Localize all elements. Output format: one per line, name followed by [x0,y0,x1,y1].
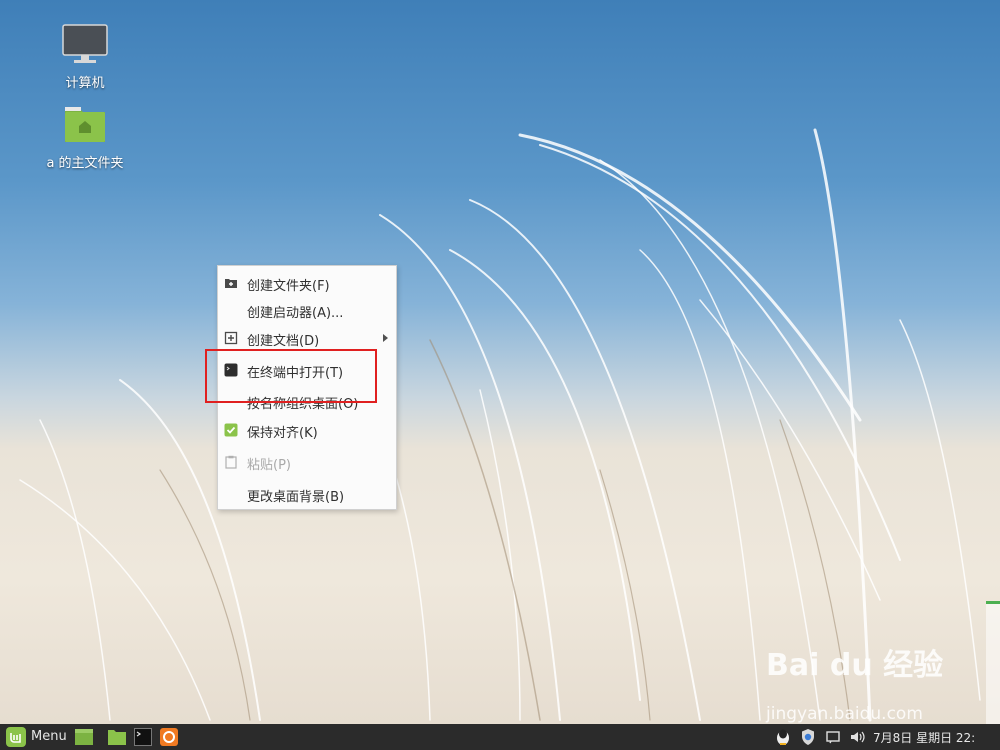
baidu-watermark: Bai du 经验 jingyan.baidu.com [766,640,966,724]
menu-item-create-folder[interactable]: 创建文件夹(F) [218,272,396,294]
menu-item-create-launcher[interactable]: 创建启动器(A)... [218,299,396,321]
show-desktop-icon [75,729,93,745]
notification-icon[interactable] [826,730,840,744]
update-shield-icon[interactable] [800,728,816,746]
files-launcher-button[interactable] [106,724,128,750]
menu-item-change-background[interactable]: 更改桌面背景(B) [218,483,396,505]
menu-item-label: 更改桌面背景(B) [247,490,345,505]
folder-icon [108,730,126,745]
show-desktop-button[interactable] [73,724,95,750]
desktop[interactable]: 计算机 a 的主文件夹 创建文件夹(F) 创建启动器(A)... 创建文档(D)… [0,0,1000,724]
checkbox-checked-icon [224,423,238,437]
tux-penguin-icon[interactable] [775,728,791,746]
partial-window-edge [986,601,1000,724]
menu-item-create-document[interactable]: 创建文档(D) [218,327,396,349]
menu-label: Menu [31,729,67,744]
watermark-logo: Bai du 经验 [766,648,944,683]
watermark-url: jingyan.baidu.com [766,704,923,724]
paste-icon [225,455,237,469]
menu-button[interactable]: Menu [4,724,72,750]
firefox-icon [160,728,178,746]
menu-item-label: 创建文件夹(F) [247,279,330,294]
menu-item-keep-aligned[interactable]: 保持对齐(K) [218,419,396,441]
computer-monitor-icon [62,24,108,63]
firefox-launcher-button[interactable] [159,724,179,750]
document-add-icon [224,331,238,345]
terminal-launcher-button[interactable] [133,724,153,750]
clock[interactable]: 7月8日 星期日 22: [873,729,975,746]
wallpaper-grass [19,128,981,722]
desktop-icon-label: 计算机 [65,76,105,91]
mint-logo-icon [6,727,26,747]
menu-item-label: 粘贴(P) [247,458,291,473]
menu-item-label: 保持对齐(K) [247,426,318,441]
home-folder-icon [65,107,105,142]
annotation-highlight-box [205,349,377,403]
submenu-arrow-icon [383,334,388,342]
menu-item-paste[interactable]: 粘贴(P) [218,451,396,473]
folder-add-icon [225,279,237,288]
terminal-icon [134,728,152,746]
taskbar: Menu 7月8日 星期日 22: [0,724,1000,750]
desktop-icon-home-folder[interactable]: a 的主文件夹 [30,102,140,171]
desktop-icon-computer[interactable]: 计算机 [30,24,140,91]
menu-item-label: 创建文档(D) [247,334,320,349]
desktop-icon-label: a 的主文件夹 [46,156,124,171]
volume-icon[interactable] [850,730,866,744]
menu-item-label: 创建启动器(A)... [247,306,344,321]
